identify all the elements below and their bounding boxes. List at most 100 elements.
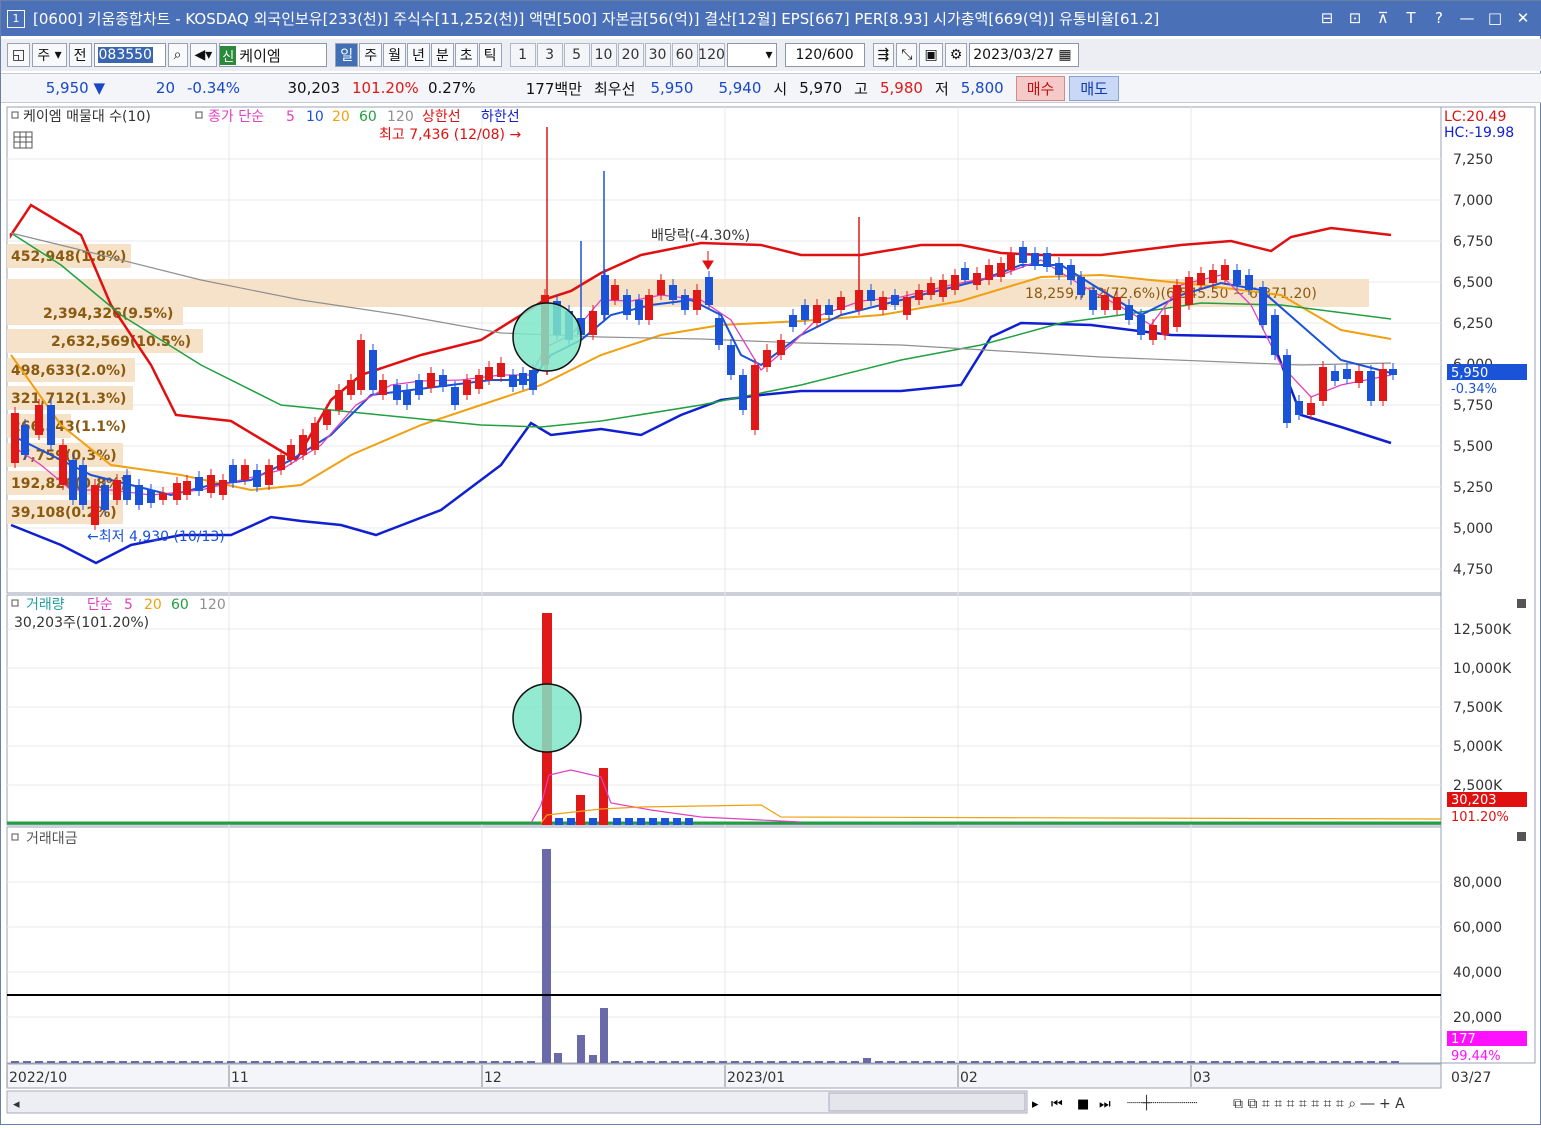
calendar-icon[interactable]: ▦: [1058, 47, 1071, 63]
buy-button[interactable]: 매수: [1015, 75, 1066, 101]
amount-bar-small: [527, 1061, 535, 1063]
period-tab-4[interactable]: 분: [430, 43, 454, 67]
price-y-tick: 7,000: [1453, 193, 1493, 209]
period-tab-3[interactable]: 년: [406, 43, 430, 67]
window-control-2[interactable]: ⊼: [1372, 7, 1394, 29]
candle-body: [623, 295, 631, 315]
stock-code-input[interactable]: 083550: [93, 43, 166, 67]
count-field[interactable]: 120/600: [784, 43, 865, 67]
period-tab-6[interactable]: 틱: [478, 43, 502, 67]
window-title: [0600] 키움종합차트 - KOSDAQ 외국인보유[233(천)] 주식수…: [33, 10, 1160, 28]
candle-body: [693, 290, 701, 310]
zoom-slider-icon[interactable]: ┈┈┼┈┈┈┈┈┈: [1127, 1094, 1198, 1111]
interval-button-5[interactable]: 5: [563, 43, 590, 67]
window-control-0[interactable]: ⊟: [1316, 7, 1338, 29]
scroll-thumb[interactable]: [828, 1092, 1026, 1112]
interval-button-60[interactable]: 60: [671, 43, 698, 67]
candle-body: [825, 305, 833, 315]
interval-button-120[interactable]: 120: [698, 43, 725, 67]
candle-body: [1233, 270, 1241, 285]
market-select[interactable]: 주 ▾: [32, 43, 67, 67]
interval-button-1[interactable]: 1: [509, 43, 536, 67]
amount-y-tick: 60,000: [1453, 920, 1502, 936]
amount-bar-small: [647, 1061, 655, 1063]
stop-icon[interactable]: ■: [1077, 1097, 1089, 1112]
candle-body: [727, 345, 735, 375]
candle-body: [1113, 297, 1121, 310]
volume-bar: [661, 818, 669, 825]
chart-tools-icons[interactable]: ⧉ ⧉ ⌗ ⌗ ⌗ ⌗ ⌗ ⌗ ⌗ ⌕ ― + A: [1233, 1096, 1405, 1112]
volume-panel-close-icon[interactable]: [1517, 599, 1526, 608]
candle-body: [1283, 355, 1291, 423]
layout-icon[interactable]: ◱: [7, 43, 31, 67]
candle-body: [1319, 367, 1327, 401]
amount-panel-close-icon[interactable]: [1517, 832, 1526, 841]
amount-bar-small: [719, 1061, 727, 1063]
search-icon[interactable]: ⌕: [167, 43, 188, 67]
candle-body: [159, 493, 167, 500]
interval-button-20[interactable]: 20: [617, 43, 644, 67]
candle-body: [311, 423, 319, 450]
amount-bar-small: [923, 1061, 931, 1063]
amount-bar-small: [671, 1061, 679, 1063]
play-icon[interactable]: ▸: [1032, 1097, 1039, 1112]
price-panel-frame: [6, 106, 1442, 594]
amount-bar-small: [23, 1061, 31, 1063]
interval-button-3[interactable]: 3: [536, 43, 563, 67]
volume-bar: [613, 818, 621, 825]
legend-ma20: 20: [332, 109, 350, 125]
prev-button[interactable]: 전: [68, 43, 92, 67]
amount-bar-small: [119, 1061, 127, 1063]
quote-open: 5,970: [799, 79, 843, 97]
candle-body: [219, 480, 227, 495]
interval-button-10[interactable]: 10: [590, 43, 617, 67]
window-control-6[interactable]: □: [1484, 7, 1506, 29]
amount-bar-small: [1019, 1061, 1027, 1063]
volume-current-label: 30,203주(101.20%): [14, 615, 149, 631]
window-control-4[interactable]: ?: [1428, 7, 1450, 29]
amount-bar-small: [311, 1061, 319, 1063]
quote-turnover: 0.27%: [428, 79, 476, 97]
amount-bar-small: [275, 1061, 283, 1063]
compare-icon[interactable]: ⇶: [872, 43, 895, 67]
date-field[interactable]: 2023/03/27 ▦: [969, 43, 1080, 67]
stock-name: 케이엠: [239, 46, 281, 65]
interval-button-30[interactable]: 30: [644, 43, 671, 67]
period-tab-0[interactable]: 일: [335, 43, 359, 67]
table-icon[interactable]: [13, 131, 33, 149]
window-control-1[interactable]: ⊡: [1344, 7, 1366, 29]
gear-icon[interactable]: ⚙: [944, 43, 968, 67]
forward-icon[interactable]: ⏭: [1099, 1097, 1111, 1112]
x-axis-label: 11: [231, 1070, 249, 1086]
window-control-3[interactable]: T: [1400, 7, 1422, 29]
amount-bar-small: [803, 1061, 811, 1063]
amount-legend-title: 거래대금: [26, 831, 78, 847]
period-tab-1[interactable]: 주: [359, 43, 383, 67]
chart-area[interactable]: 452,948(1.8%) 2,394,326(9.5%) 2,632,569(10…: [1, 105, 1541, 1126]
zoom-icon[interactable]: ⤡: [896, 43, 918, 67]
amount-bar-small: [503, 1061, 511, 1063]
quote-price: 5,950 ▼: [45, 79, 105, 97]
stock-chart[interactable]: 452,948(1.8%)2,394,326(9.5%)2,632,569(10…: [1, 105, 1541, 1126]
candle-body: [751, 365, 759, 430]
sell-button[interactable]: 매도: [1069, 75, 1119, 101]
interval-dropdown[interactable]: ▾: [726, 43, 777, 67]
candle-body: [635, 300, 643, 320]
amount-bar-small: [731, 1061, 739, 1063]
candle-body: [1149, 325, 1157, 340]
stock-name-field[interactable]: 신 케이엠: [219, 43, 328, 67]
amount-bar-small: [623, 1061, 631, 1063]
quote-low-label: 저: [934, 79, 949, 98]
scroll-left-icon[interactable]: ◂: [13, 1097, 20, 1112]
window-icon[interactable]: 1: [7, 9, 25, 28]
current-change-tag: -0.34%: [1451, 382, 1497, 397]
volume-y-tick: 12,500K: [1453, 622, 1512, 638]
period-tab-5[interactable]: 초: [454, 43, 478, 67]
window-control-7[interactable]: ✕: [1512, 7, 1534, 29]
save-icon[interactable]: ▣: [919, 43, 943, 67]
rewind-icon[interactable]: ⏮: [1051, 1097, 1063, 1112]
window-control-5[interactable]: —: [1456, 7, 1478, 29]
amount-bar-small: [1067, 1061, 1075, 1063]
speaker-icon[interactable]: ◀▾: [189, 43, 218, 67]
period-tab-2[interactable]: 월: [383, 43, 406, 67]
